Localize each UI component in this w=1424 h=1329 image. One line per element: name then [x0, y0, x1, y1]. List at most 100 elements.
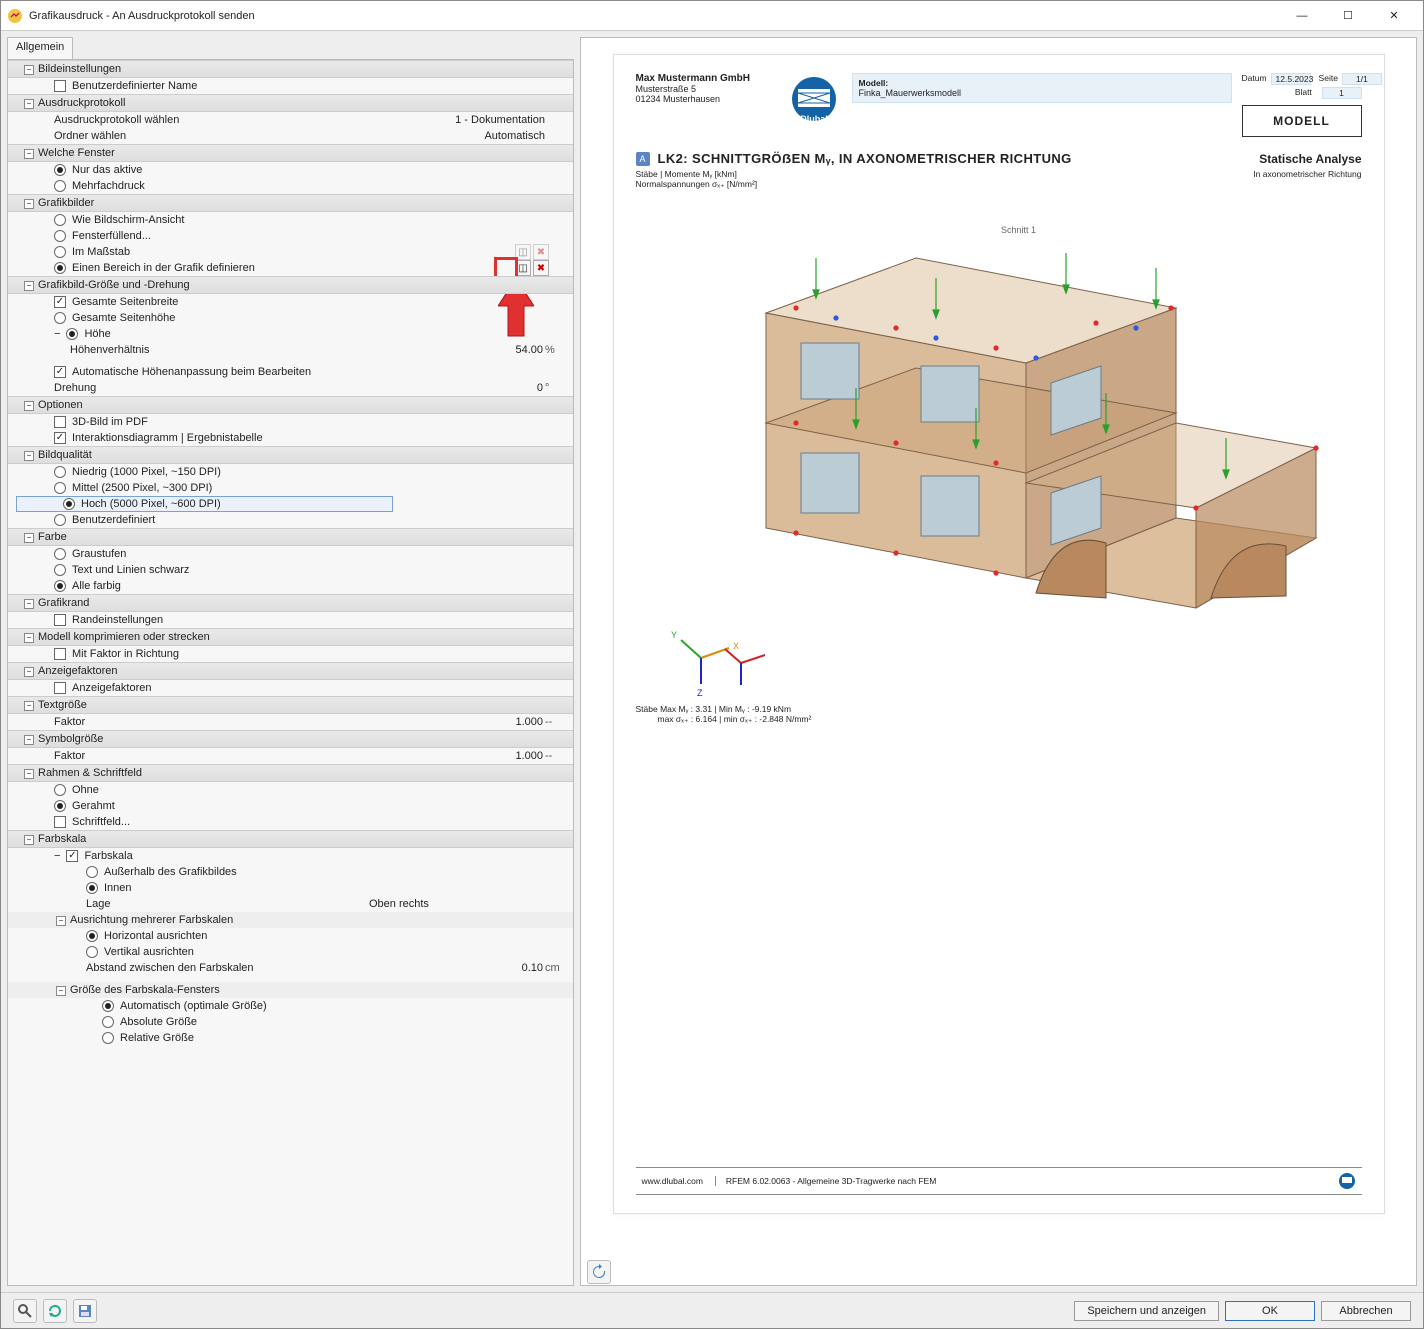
collapse-icon[interactable]: − [24, 633, 34, 643]
group-welche-fenster[interactable]: − Welche Fenster [8, 144, 573, 162]
row-protokoll-wahlen[interactable]: Ausdruckprotokoll wählen 1 - Dokumentati… [8, 112, 573, 128]
row-randeinstellungen[interactable]: Randeinstellungen [8, 612, 573, 628]
row-wie-bildschirm[interactable]: Wie Bildschirm-Ansicht [8, 212, 573, 228]
group-symbolgroesse[interactable]: − Symbolgröße [8, 730, 573, 748]
radio[interactable] [86, 882, 98, 894]
checkbox[interactable] [54, 296, 66, 308]
checkbox[interactable] [54, 432, 66, 444]
collapse-icon[interactable]: − [56, 986, 66, 996]
save-and-show-button[interactable]: Speichern und anzeigen [1074, 1301, 1219, 1321]
value[interactable]: 1 - Dokumentation [369, 114, 569, 126]
row-interaktionsdiagramm[interactable]: Interaktionsdiagramm | Ergebnistabelle [8, 430, 573, 446]
clear-area-icon[interactable]: ✖ [533, 260, 549, 276]
checkbox[interactable] [54, 682, 66, 694]
group-farbskala[interactable]: − Farbskala [8, 830, 573, 848]
value[interactable]: 1.000 [449, 716, 545, 728]
checkbox[interactable] [66, 850, 78, 862]
tab-allgemein[interactable]: Allgemein [7, 37, 73, 59]
value[interactable]: Oben rechts [369, 898, 569, 910]
row-ausserhalb[interactable]: Außerhalb des Grafikbildes [8, 864, 573, 880]
value[interactable]: 0.10 [449, 962, 545, 974]
row-anzeigefaktoren[interactable]: Anzeigefaktoren [8, 680, 573, 696]
row-symbolgroesse-faktor[interactable]: Faktor 1.000 -- [8, 748, 573, 764]
value[interactable]: 0 [449, 382, 545, 394]
value[interactable]: Automatisch [369, 130, 569, 142]
row-innen[interactable]: Innen [8, 880, 573, 896]
row-vertikal[interactable]: Vertikal ausrichten [8, 944, 573, 960]
sub-ausrichtung[interactable]: − Ausrichtung mehrerer Farbskalen [8, 912, 573, 928]
row-ordner-wahlen[interactable]: Ordner wählen Automatisch [8, 128, 573, 144]
collapse-icon[interactable]: − [24, 99, 34, 109]
row-hoehe-option[interactable]: − Höhe [8, 326, 573, 342]
radio[interactable] [54, 800, 66, 812]
group-ausdruckprotokoll[interactable]: − Ausdruckprotokoll [8, 94, 573, 112]
collapse-icon[interactable]: − [24, 835, 34, 845]
radio[interactable] [54, 482, 66, 494]
group-optionen[interactable]: − Optionen [8, 396, 573, 414]
radio[interactable] [66, 328, 78, 340]
row-bereich-definieren[interactable]: Einen Bereich in der Grafik definieren [8, 260, 573, 276]
collapse-icon[interactable]: − [24, 401, 34, 411]
row-schriftfeld[interactable]: Schriftfeld... [8, 814, 573, 830]
checkbox[interactable] [54, 648, 66, 660]
row-text-schwarz[interactable]: Text und Linien schwarz [8, 562, 573, 578]
group-grafikbilder[interactable]: − Grafikbilder [8, 194, 573, 212]
row-mit-faktor[interactable]: Mit Faktor in Richtung [8, 646, 573, 662]
collapse-icon[interactable]: − [24, 735, 34, 745]
close-button[interactable]: ✕ [1371, 1, 1417, 31]
radio[interactable] [54, 548, 66, 560]
collapse-icon[interactable]: − [24, 701, 34, 711]
value[interactable]: 54.00 [449, 344, 545, 356]
row-auto-hoehe[interactable]: Automatische Höhenanpassung beim Bearbei… [8, 364, 573, 380]
row-absolute-groesse[interactable]: Absolute Größe [8, 1014, 573, 1030]
row-bq-hoch-selected[interactable]: Hoch (5000 Pixel, ~600 DPI) [16, 496, 393, 512]
cancel-button[interactable]: Abbrechen [1321, 1301, 1411, 1321]
collapse-icon[interactable]: − [24, 599, 34, 609]
collapse-icon[interactable]: − [24, 533, 34, 543]
group-anzeigefaktoren[interactable]: − Anzeigefaktoren [8, 662, 573, 680]
row-auto-groesse[interactable]: Automatisch (optimale Größe) [8, 998, 573, 1014]
collapse-icon[interactable]: − [24, 65, 34, 75]
radio[interactable] [102, 1000, 114, 1012]
collapse-icon[interactable]: − [54, 328, 60, 340]
radio[interactable] [54, 466, 66, 478]
collapse-icon[interactable]: − [24, 667, 34, 677]
group-textgroesse[interactable]: − Textgröße [8, 696, 573, 714]
row-bq-benutzerdef[interactable]: Benutzerdefiniert [8, 512, 573, 528]
radio[interactable] [102, 1032, 114, 1044]
group-rahmen[interactable]: − Rahmen & Schriftfeld [8, 764, 573, 782]
save-settings-button[interactable] [73, 1299, 97, 1323]
row-gesamte-hoehe[interactable]: Gesamte Seitenhöhe [8, 310, 573, 326]
checkbox[interactable] [54, 416, 66, 428]
checkbox[interactable] [54, 614, 66, 626]
radio[interactable] [54, 580, 66, 592]
define-area-icon[interactable]: ◫ [515, 260, 531, 276]
checkbox[interactable] [54, 80, 66, 92]
row-fensterfuellend[interactable]: Fensterfüllend... [8, 228, 573, 244]
group-farbe[interactable]: − Farbe [8, 528, 573, 546]
radio[interactable] [54, 564, 66, 576]
collapse-icon[interactable]: − [24, 149, 34, 159]
radio[interactable] [54, 246, 66, 258]
radio[interactable] [54, 784, 66, 796]
minimize-button[interactable]: — [1279, 1, 1325, 31]
refresh-button[interactable] [587, 1260, 611, 1284]
preview-scroll[interactable]: Max Mustermann GmbH Musterstraße 5 01234… [581, 38, 1416, 1259]
collapse-icon[interactable]: − [24, 281, 34, 291]
sub-groesse-fenster[interactable]: − Größe des Farbskala-Fensters [8, 982, 573, 998]
row-relative-groesse[interactable]: Relative Größe [8, 1030, 573, 1046]
checkbox[interactable] [54, 816, 66, 828]
radio[interactable] [86, 866, 98, 878]
radio[interactable] [54, 514, 66, 526]
row-alle-farbig[interactable]: Alle farbig [8, 578, 573, 594]
group-bildqualitaet[interactable]: − Bildqualität [8, 446, 573, 464]
row-3d-pdf[interactable]: 3D-Bild im PDF [8, 414, 573, 430]
group-bildeinstellungen[interactable]: − Bildeinstellungen [8, 60, 573, 78]
radio[interactable] [86, 946, 98, 958]
maximize-button[interactable]: ☐ [1325, 1, 1371, 31]
radio[interactable] [54, 262, 66, 274]
row-mehrfachdruck[interactable]: Mehrfachdruck [8, 178, 573, 194]
group-komprimieren[interactable]: − Modell komprimieren oder strecken [8, 628, 573, 646]
collapse-icon[interactable]: − [54, 850, 60, 862]
group-grafikrand[interactable]: − Grafikrand [8, 594, 573, 612]
